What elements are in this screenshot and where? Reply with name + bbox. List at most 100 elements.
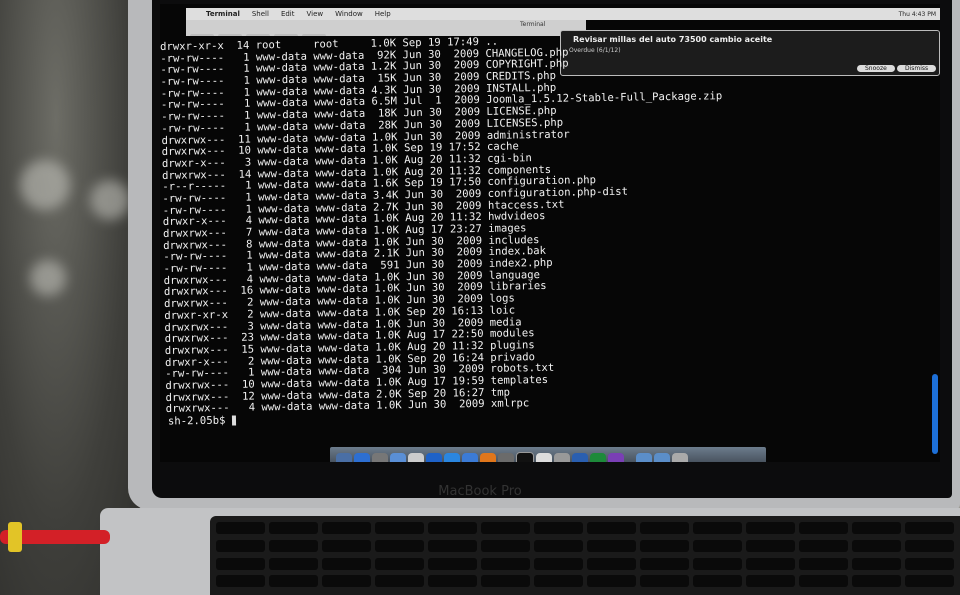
keyboard-key[interactable] <box>905 539 954 552</box>
textedit-icon[interactable] <box>536 453 552 462</box>
keyboard-key[interactable] <box>534 522 583 534</box>
keyboard-key[interactable] <box>587 539 636 552</box>
keyboard-key[interactable] <box>587 557 636 570</box>
keyboard-key[interactable] <box>587 522 636 534</box>
terminal-scrollbar[interactable] <box>932 374 938 454</box>
keyboard-key[interactable] <box>428 522 477 534</box>
folder-icon[interactable] <box>636 453 652 462</box>
screen: Terminal Shell Edit View Window Help Thu… <box>160 4 940 462</box>
keyboard-key[interactable] <box>534 575 583 588</box>
mail-icon[interactable] <box>390 453 406 462</box>
skype-icon[interactable] <box>426 453 442 462</box>
keyboard-key[interactable] <box>216 575 265 588</box>
keyboard-key[interactable] <box>905 557 954 570</box>
dismiss-button[interactable]: Dismiss <box>897 65 937 72</box>
keyboard-key[interactable] <box>481 539 530 552</box>
keyboard-key[interactable] <box>799 557 848 570</box>
terminal-tab[interactable] <box>274 34 298 36</box>
keyboard-key[interactable] <box>375 575 424 588</box>
snooze-button[interactable]: Snooze <box>857 65 895 72</box>
keyboard-key[interactable] <box>693 575 742 588</box>
menu-edit[interactable]: Edit <box>281 10 295 18</box>
keyboard-key[interactable] <box>322 557 371 570</box>
menu-app-name[interactable]: Terminal <box>206 10 240 18</box>
keyboard-key[interactable] <box>375 557 424 570</box>
itunes-icon[interactable] <box>462 453 478 462</box>
menu-view[interactable]: View <box>307 10 324 18</box>
keyboard <box>210 516 960 595</box>
word-icon[interactable] <box>572 453 588 462</box>
keyboard-key[interactable] <box>322 522 371 534</box>
downloads-folder-icon[interactable] <box>654 453 670 462</box>
keyboard-key[interactable] <box>322 575 371 588</box>
keyboard-key[interactable] <box>799 539 848 552</box>
excel-icon[interactable] <box>590 453 606 462</box>
keyboard-key[interactable] <box>428 557 477 570</box>
keyboard-key[interactable] <box>269 522 318 534</box>
keyboard-key[interactable] <box>534 539 583 552</box>
prompt-text: sh-2.05b$ <box>167 414 226 428</box>
keyboard-key[interactable] <box>693 557 742 570</box>
keyboard-key[interactable] <box>587 575 636 588</box>
keyboard-key[interactable] <box>481 557 530 570</box>
keyboard-key[interactable] <box>852 557 901 570</box>
menu-window[interactable]: Window <box>335 10 363 18</box>
keyboard-key[interactable] <box>746 575 795 588</box>
keyboard-key[interactable] <box>428 539 477 552</box>
keyboard-key[interactable] <box>216 522 265 534</box>
launchpad-icon[interactable] <box>372 453 388 462</box>
app-icon[interactable] <box>608 453 624 462</box>
laptop-brand-label: MacBook Pro <box>438 484 522 499</box>
keyboard-key[interactable] <box>481 522 530 534</box>
menu-clock[interactable]: Thu 4:43 PM <box>899 11 936 18</box>
keyboard-key[interactable] <box>534 557 583 570</box>
keyboard-key[interactable] <box>746 522 795 534</box>
system-preferences-icon[interactable] <box>554 453 570 462</box>
keyboard-key[interactable] <box>852 575 901 588</box>
background-light <box>20 160 70 210</box>
keyboard-key[interactable] <box>640 575 689 588</box>
keyboard-key[interactable] <box>693 539 742 552</box>
firefox-icon[interactable] <box>480 453 496 462</box>
keyboard-key[interactable] <box>640 522 689 534</box>
terminal-tab[interactable] <box>246 34 270 36</box>
keyboard-key[interactable] <box>428 575 477 588</box>
menu-help[interactable]: Help <box>375 10 391 18</box>
preview-icon[interactable] <box>408 453 424 462</box>
keyboard-key[interactable] <box>375 522 424 534</box>
directory-listing: drwxr-xr-x 14 root root 1.0K Sep 19 17:4… <box>160 34 722 416</box>
keyboard-key[interactable] <box>375 539 424 552</box>
menu-shell[interactable]: Shell <box>252 10 269 18</box>
trash-icon[interactable] <box>672 453 688 462</box>
keyboard-key[interactable] <box>905 575 954 588</box>
terminal-tab[interactable] <box>190 34 214 36</box>
finder-icon[interactable] <box>336 453 352 462</box>
app-store-icon[interactable] <box>354 453 370 462</box>
background-light <box>90 180 130 220</box>
keyboard-key[interactable] <box>640 539 689 552</box>
keyboard-key[interactable] <box>852 539 901 552</box>
keyboard-key[interactable] <box>640 557 689 570</box>
keyboard-key[interactable] <box>746 557 795 570</box>
keyboard-key[interactable] <box>269 575 318 588</box>
utility-icon[interactable] <box>498 453 514 462</box>
terminal-icon[interactable] <box>516 452 534 462</box>
keyboard-key[interactable] <box>216 539 265 552</box>
keyboard-key[interactable] <box>852 522 901 534</box>
keyboard-key[interactable] <box>322 539 371 552</box>
background-wall <box>0 0 140 595</box>
keyboard-key[interactable] <box>269 539 318 552</box>
terminal-tab[interactable] <box>218 34 242 36</box>
keyboard-key[interactable] <box>799 522 848 534</box>
keyboard-key[interactable] <box>481 575 530 588</box>
keyboard-key[interactable] <box>905 522 954 534</box>
shell-prompt[interactable]: sh-2.05b$ <box>167 414 236 428</box>
keyboard-key[interactable] <box>269 557 318 570</box>
keyboard-key[interactable] <box>746 539 795 552</box>
keyboard-key[interactable] <box>216 557 265 570</box>
keyboard-key[interactable] <box>799 575 848 588</box>
background-light <box>30 260 66 296</box>
safari-icon[interactable] <box>444 453 460 462</box>
terminal-tab[interactable] <box>302 34 326 36</box>
keyboard-key[interactable] <box>693 522 742 534</box>
